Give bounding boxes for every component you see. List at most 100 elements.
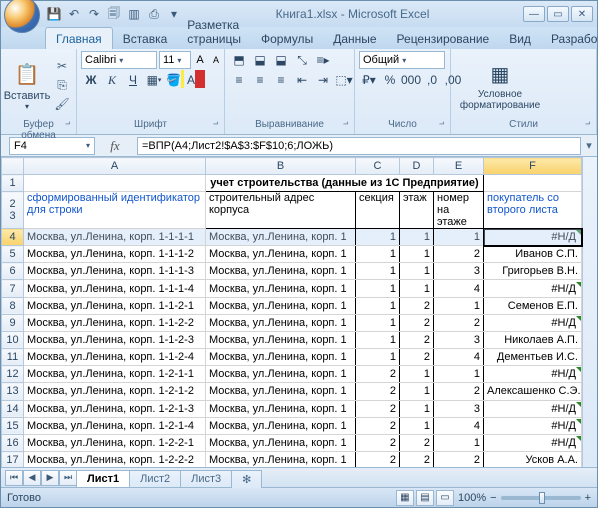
row-header[interactable]: 11 xyxy=(2,349,24,366)
sheet-tab[interactable]: Лист2 xyxy=(129,470,181,487)
merge-icon[interactable]: ⬚▾ xyxy=(334,71,354,89)
cell[interactable]: 1 xyxy=(434,434,484,451)
cell[interactable]: 1 xyxy=(400,263,434,280)
zoom-out-icon[interactable]: − xyxy=(490,492,496,504)
cell[interactable]: Москва, ул.Ленина, корп. 1 xyxy=(206,383,356,400)
cell[interactable]: Москва, ул.Ленина, корп. 1 xyxy=(206,297,356,314)
cell[interactable]: Алексашенко С.Э. xyxy=(484,383,582,400)
cell[interactable]: 2 xyxy=(400,452,434,467)
cell[interactable]: 1 xyxy=(356,314,400,331)
cell[interactable]: 2 xyxy=(356,383,400,400)
cell[interactable]: 3 xyxy=(434,400,484,417)
format-painter-icon[interactable]: 🖌 xyxy=(53,95,71,113)
cell[interactable]: Москва, ул.Ленина, корп. 1-2-2-2 xyxy=(24,452,206,467)
normal-view-icon[interactable]: ▦ xyxy=(396,490,414,506)
col-header[interactable]: F xyxy=(484,158,582,175)
row-header[interactable]: 4 xyxy=(2,229,24,246)
align-right-icon[interactable]: ≡ xyxy=(271,71,291,89)
cell[interactable]: Москва, ул.Ленина, корп. 1 xyxy=(206,417,356,434)
align-left-icon[interactable]: ≡ xyxy=(229,71,249,89)
font-color-button[interactable]: A xyxy=(186,71,206,89)
cell[interactable]: 2 xyxy=(434,246,484,263)
tab-data[interactable]: Данные xyxy=(323,28,386,49)
percent-icon[interactable]: % xyxy=(380,71,400,89)
expand-formula-bar-icon[interactable]: ▾ xyxy=(581,139,597,152)
col-header[interactable]: B xyxy=(206,158,356,175)
cell[interactable]: #Н/Д xyxy=(484,434,582,451)
align-center-icon[interactable]: ≡ xyxy=(250,71,270,89)
new-sheet-button[interactable]: ✻ xyxy=(231,470,262,488)
cell[interactable]: Москва, ул.Ленина, корп. 1-2-1-2 xyxy=(24,383,206,400)
number-format-combo[interactable]: Общий▾ xyxy=(359,51,445,69)
cell[interactable]: Москва, ул.Ленина, корп. 1 xyxy=(206,366,356,383)
cell[interactable]: Дементьев И.С. xyxy=(484,349,582,366)
zoom-slider[interactable] xyxy=(501,496,581,500)
cell[interactable]: Москва, ул.Ленина, корп. 1 xyxy=(206,452,356,467)
cell[interactable]: Николаев А.П. xyxy=(484,331,582,348)
maximize-button[interactable]: ▭ xyxy=(547,6,569,22)
cell[interactable]: 3 xyxy=(434,331,484,348)
cell[interactable]: Москва, ул.Ленина, корп. 1 xyxy=(206,434,356,451)
row-header[interactable]: 17 xyxy=(2,452,24,467)
increase-indent-icon[interactable]: ⇥ xyxy=(313,71,333,89)
row-header[interactable]: 6 xyxy=(2,263,24,280)
cell[interactable]: Москва, ул.Ленина, корп. 1 xyxy=(206,246,356,263)
copy-icon[interactable]: ⎘ xyxy=(53,76,71,94)
cell[interactable]: 1 xyxy=(434,366,484,383)
cell[interactable]: #Н/Д xyxy=(484,280,582,297)
cell[interactable]: 1 xyxy=(356,331,400,348)
close-button[interactable]: ✕ xyxy=(571,6,593,22)
cell[interactable] xyxy=(484,175,582,192)
row-header[interactable]: 12 xyxy=(2,366,24,383)
row-header[interactable]: 13 xyxy=(2,383,24,400)
next-sheet-icon[interactable]: ▶ xyxy=(41,470,59,486)
align-middle-icon[interactable]: ⬓ xyxy=(250,51,270,69)
align-bottom-icon[interactable]: ⬓ xyxy=(271,51,291,69)
first-sheet-icon[interactable]: ⏮ xyxy=(5,470,23,486)
cell[interactable]: 2 xyxy=(356,366,400,383)
cell[interactable]: 1 xyxy=(356,280,400,297)
cell[interactable]: Москва, ул.Ленина, корп. 1 xyxy=(206,314,356,331)
cell-header[interactable]: секция xyxy=(356,192,400,229)
cell[interactable]: Москва, ул.Ленина, корп. 1-1-2-1 xyxy=(24,297,206,314)
undo-icon[interactable]: ↶ xyxy=(66,6,82,22)
row-header[interactable]: 7 xyxy=(2,280,24,297)
cell[interactable]: 2 xyxy=(356,434,400,451)
col-header[interactable]: D xyxy=(400,158,434,175)
cell[interactable]: 1 xyxy=(400,280,434,297)
row-header[interactable]: 8 xyxy=(2,297,24,314)
fx-icon[interactable]: fx xyxy=(110,138,119,154)
cell[interactable]: #Н/Д xyxy=(484,400,582,417)
select-all-corner[interactable] xyxy=(2,158,24,175)
cell[interactable]: 4 xyxy=(434,349,484,366)
row-header[interactable]: 23 xyxy=(2,192,24,229)
cell[interactable]: Усков А.А. xyxy=(484,452,582,467)
cell[interactable]: Москва, ул.Ленина, корп. 1-2-1-1 xyxy=(24,366,206,383)
cell[interactable]: Иванов С.П. xyxy=(484,246,582,263)
cell-header[interactable]: номер на этаже xyxy=(434,192,484,229)
merged-title[interactable]: учет строительства (данные из 1С Предпри… xyxy=(206,175,484,192)
cell[interactable]: 1 xyxy=(400,229,434,246)
col-header[interactable]: C xyxy=(356,158,400,175)
cell[interactable]: 1 xyxy=(400,366,434,383)
tab-review[interactable]: Рецензирование xyxy=(387,28,500,49)
wrap-text-icon[interactable]: ≡▸ xyxy=(313,51,333,69)
page-break-view-icon[interactable]: ▭ xyxy=(436,490,454,506)
cell[interactable]: Москва, ул.Ленина, корп. 1 xyxy=(206,263,356,280)
row-header[interactable]: 14 xyxy=(2,400,24,417)
qat-icon-5[interactable]: ▥ xyxy=(126,6,142,22)
cell[interactable]: 1 xyxy=(356,229,400,246)
tab-view[interactable]: Вид xyxy=(499,28,541,49)
fill-color-button[interactable]: 🪣 xyxy=(165,71,185,89)
tab-home[interactable]: Главная xyxy=(45,27,113,49)
align-top-icon[interactable]: ⬒ xyxy=(229,51,249,69)
row-header[interactable]: 5 xyxy=(2,246,24,263)
cell[interactable]: 1 xyxy=(356,297,400,314)
row-header[interactable]: 1 xyxy=(2,175,24,192)
row-header[interactable]: 15 xyxy=(2,417,24,434)
last-sheet-icon[interactable]: ⏭ xyxy=(59,470,77,486)
decrease-indent-icon[interactable]: ⇤ xyxy=(292,71,312,89)
cell[interactable]: #Н/Д xyxy=(484,366,582,383)
prev-sheet-icon[interactable]: ◀ xyxy=(23,470,41,486)
cell[interactable]: 2 xyxy=(400,434,434,451)
